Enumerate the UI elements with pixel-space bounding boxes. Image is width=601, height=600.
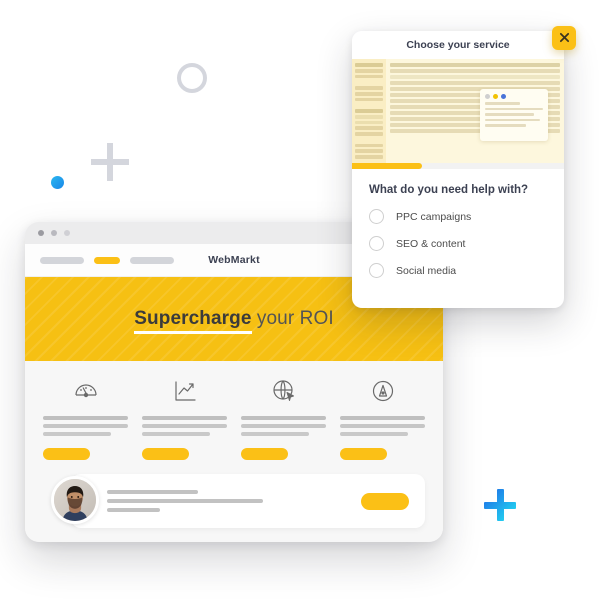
text-line bbox=[241, 424, 326, 428]
preview-row bbox=[355, 103, 383, 107]
preview-row bbox=[355, 91, 383, 96]
ring-icon bbox=[177, 63, 207, 93]
text-line bbox=[142, 424, 227, 428]
window-dot-minimize[interactable] bbox=[51, 230, 57, 236]
feature-cta-button[interactable] bbox=[241, 448, 288, 460]
plus-icon-blue bbox=[484, 489, 516, 521]
preview-dot bbox=[501, 94, 506, 99]
preview-row bbox=[355, 114, 383, 119]
preview-row bbox=[355, 132, 383, 136]
preview-row bbox=[355, 109, 383, 113]
preview-row bbox=[390, 63, 560, 67]
dialog-body: What do you need help with? PPC campaign… bbox=[352, 169, 564, 278]
option-label: PPC campaigns bbox=[396, 210, 472, 223]
line-chart-icon bbox=[171, 377, 199, 405]
preview-row bbox=[485, 107, 543, 110]
preview-screenshot bbox=[352, 59, 564, 163]
text-line bbox=[43, 416, 128, 420]
composition-stage: WebMarkt Supercharge your ROI Choose you… bbox=[0, 0, 601, 600]
preview-list bbox=[386, 59, 564, 163]
preview-row bbox=[355, 120, 383, 125]
option-label: Social media bbox=[396, 264, 457, 277]
preview-row bbox=[485, 124, 526, 127]
dialog-title: Choose your service bbox=[352, 31, 564, 59]
radio-button-icon[interactable] bbox=[369, 263, 384, 278]
preview-row bbox=[355, 74, 383, 79]
preview-row bbox=[355, 97, 383, 102]
feature-text-placeholder bbox=[241, 416, 326, 436]
preview-row bbox=[485, 118, 541, 121]
option-seo-content[interactable]: SEO & content bbox=[369, 236, 547, 251]
text-line bbox=[107, 499, 263, 503]
feature-cta-button[interactable] bbox=[340, 448, 387, 460]
testimonial-section bbox=[25, 468, 443, 542]
close-icon bbox=[559, 31, 570, 46]
preview-row bbox=[485, 113, 535, 116]
feature-text-placeholder bbox=[43, 416, 128, 436]
preview-row bbox=[355, 80, 383, 84]
preview-row bbox=[355, 86, 383, 90]
window-dot-close[interactable] bbox=[38, 230, 44, 236]
text-line bbox=[43, 432, 111, 436]
text-line bbox=[107, 490, 199, 494]
feature-text-placeholder bbox=[142, 416, 227, 436]
option-social-media[interactable]: Social media bbox=[369, 263, 547, 278]
preview-popup-icons bbox=[485, 94, 543, 99]
feature-cta-button[interactable] bbox=[142, 448, 189, 460]
feature-row bbox=[25, 361, 443, 468]
feature-card-chart bbox=[142, 377, 227, 460]
feature-cta-button[interactable] bbox=[43, 448, 90, 460]
radio-button-icon[interactable] bbox=[369, 209, 384, 224]
dialog-question: What do you need help with? bbox=[369, 184, 529, 196]
dot-icon-blue bbox=[51, 176, 64, 189]
text-line bbox=[142, 432, 210, 436]
feature-card-pen bbox=[340, 377, 425, 460]
text-line bbox=[340, 424, 425, 428]
feature-card-globe bbox=[241, 377, 326, 460]
preview-popup-card bbox=[480, 89, 548, 141]
feature-card-gauge bbox=[43, 377, 128, 460]
testimonial-cta-button[interactable] bbox=[361, 492, 409, 510]
feature-text-placeholder bbox=[340, 416, 425, 436]
text-line bbox=[340, 432, 408, 436]
text-line bbox=[241, 416, 326, 420]
radio-button-icon[interactable] bbox=[369, 236, 384, 251]
preview-row bbox=[390, 75, 560, 79]
testimonial-text-placeholder bbox=[107, 490, 347, 512]
preview-sidebar bbox=[352, 59, 386, 163]
preview-row bbox=[355, 138, 383, 142]
option-label: SEO & content bbox=[396, 237, 466, 250]
globe-cursor-icon bbox=[270, 377, 298, 405]
option-ppc-campaigns[interactable]: PPC campaigns bbox=[369, 209, 547, 224]
preview-row bbox=[355, 126, 383, 131]
preview-row bbox=[355, 68, 383, 73]
preview-row bbox=[390, 69, 560, 73]
preview-row bbox=[390, 81, 560, 85]
preview-row bbox=[355, 63, 383, 67]
plus-icon-grey bbox=[91, 143, 129, 181]
hero-headline: Supercharge your ROI bbox=[134, 308, 334, 334]
choose-service-dialog: Choose your service What do you need hel… bbox=[352, 31, 564, 308]
text-line bbox=[107, 508, 160, 512]
window-dot-maximize[interactable] bbox=[64, 230, 70, 236]
preview-row bbox=[355, 155, 383, 160]
preview-row bbox=[355, 149, 383, 154]
testimonial-card bbox=[71, 474, 425, 528]
preview-dot bbox=[493, 94, 498, 99]
text-line bbox=[340, 416, 425, 420]
avatar bbox=[51, 476, 99, 524]
pen-nib-circle-icon bbox=[369, 377, 397, 405]
text-line bbox=[241, 432, 309, 436]
preview-row bbox=[485, 102, 520, 105]
text-line bbox=[43, 424, 128, 428]
close-button[interactable] bbox=[552, 26, 576, 50]
hero-headline-light: your ROI bbox=[251, 308, 334, 329]
hero-headline-strong: Supercharge bbox=[134, 308, 252, 334]
gauge-icon bbox=[72, 377, 100, 405]
preview-dot bbox=[485, 94, 490, 99]
preview-row bbox=[355, 143, 383, 148]
text-line bbox=[142, 416, 227, 420]
